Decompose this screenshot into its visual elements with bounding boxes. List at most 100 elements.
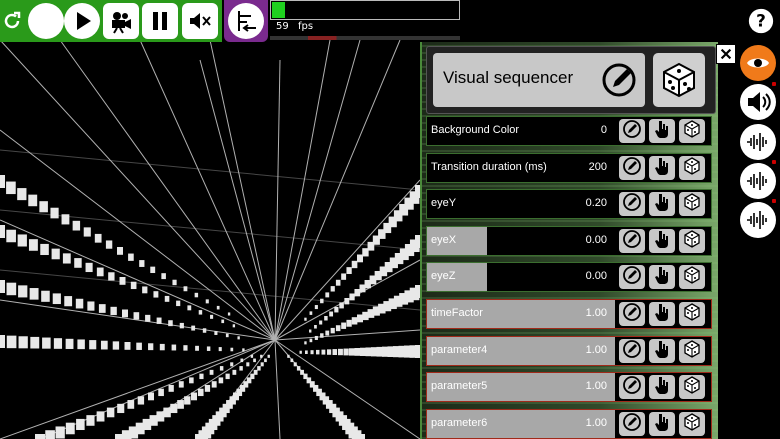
parameter-label: parameter5	[431, 380, 488, 393]
hand-icon	[652, 339, 672, 363]
audio-channel-2-button[interactable]	[740, 163, 776, 199]
parameter-value: 1.00	[585, 343, 607, 356]
sequencer-title: Visual sequencer	[443, 68, 574, 87]
mute-button[interactable]	[182, 3, 218, 39]
randomize-parameter-button[interactable]	[679, 155, 705, 180]
dice-icon	[682, 192, 702, 216]
camera-icon	[112, 12, 131, 34]
reload-button[interactable]	[0, 3, 30, 39]
edit-sequencer-button[interactable]	[593, 53, 645, 107]
randomize-sequencer-button[interactable]	[653, 53, 705, 107]
edit-parameter-button[interactable]	[619, 411, 645, 436]
fps-unit: fps	[298, 21, 314, 32]
hand-icon	[652, 119, 672, 143]
parameter-row[interactable]: parameter6 1.00	[426, 408, 712, 439]
parameter-row[interactable]: eyeY 0.20	[426, 189, 712, 220]
sequencer-title-box[interactable]: Visual sequencer	[433, 53, 645, 107]
parameter-label: timeFactor	[431, 307, 483, 319]
dice-icon	[682, 265, 702, 289]
audio-channel-3-button[interactable]	[740, 202, 776, 238]
parameter-value: 200	[588, 160, 607, 173]
parameter-value: 0	[600, 124, 607, 136]
edit-parameter-button[interactable]	[619, 265, 645, 290]
touch-parameter-button[interactable]	[649, 228, 675, 253]
edit-parameter-button[interactable]	[619, 338, 645, 363]
pencil-icon	[622, 375, 642, 399]
dice-icon	[663, 62, 695, 98]
panel-header: Visual sequencer	[426, 46, 716, 114]
waveform-icon	[747, 172, 767, 190]
parameter-row[interactable]: eyeZ 0.00	[426, 262, 712, 293]
touch-parameter-button[interactable]	[649, 302, 675, 326]
parameter-value: 1.00	[585, 416, 607, 429]
pencil-icon	[622, 229, 642, 253]
randomize-parameter-button[interactable]	[679, 265, 705, 290]
record-button[interactable]	[28, 3, 64, 39]
play-icon	[77, 12, 91, 30]
edit-parameter-button[interactable]	[619, 228, 645, 253]
dice-icon	[682, 412, 702, 436]
fps-graph	[270, 36, 460, 40]
touch-parameter-button[interactable]	[649, 155, 675, 180]
mute-icon	[190, 13, 211, 29]
randomize-parameter-button[interactable]	[679, 338, 705, 363]
edit-parameter-button[interactable]	[619, 375, 645, 400]
parameter-value: 0.00	[585, 233, 607, 246]
parameter-value: 0.00	[585, 270, 607, 283]
edit-parameter-button[interactable]	[619, 192, 645, 217]
dice-icon	[682, 156, 702, 180]
hand-icon	[652, 412, 672, 436]
parameter-row[interactable]: parameter4 1.00	[426, 335, 712, 366]
randomize-parameter-button[interactable]	[679, 375, 705, 400]
pencil-icon	[622, 302, 642, 326]
edit-parameter-button[interactable]	[619, 155, 645, 180]
randomize-parameter-button[interactable]	[679, 119, 705, 143]
parameter-value: 0.20	[585, 197, 607, 210]
waveform-icon	[747, 133, 767, 151]
touch-parameter-button[interactable]	[649, 119, 675, 143]
touch-parameter-button[interactable]	[649, 338, 675, 363]
hand-icon	[652, 156, 672, 180]
pencil-icon	[622, 265, 642, 289]
parameter-label: parameter6	[431, 416, 488, 429]
pencil-icon	[622, 119, 642, 143]
play-button[interactable]	[64, 3, 100, 39]
edit-parameter-button[interactable]	[619, 119, 645, 143]
touch-parameter-button[interactable]	[649, 375, 675, 400]
parameter-row[interactable]: timeFactor 1.00	[426, 299, 712, 329]
dice-icon	[682, 339, 702, 363]
timeline-button[interactable]	[224, 0, 268, 42]
audio-channel-1-button[interactable]	[740, 124, 776, 160]
reload-icon	[4, 11, 21, 29]
hand-icon	[652, 192, 672, 216]
randomize-parameter-button[interactable]	[679, 192, 705, 217]
fps-value: 59	[276, 21, 289, 32]
pause-icon	[153, 12, 167, 30]
camera-button[interactable]	[103, 3, 139, 39]
pencil-icon	[622, 339, 642, 363]
randomize-parameter-button[interactable]	[679, 411, 705, 436]
parameter-label: Transition duration (ms)	[431, 160, 547, 173]
touch-parameter-button[interactable]	[649, 192, 675, 217]
edit-parameter-button[interactable]	[619, 302, 645, 326]
audio-toggle-button[interactable]	[740, 84, 776, 120]
pencil-icon	[622, 156, 642, 180]
fps-level-bar	[272, 2, 285, 18]
visibility-toggle-button[interactable]	[740, 45, 776, 81]
parameter-row[interactable]: parameter5 1.00	[426, 372, 712, 403]
parameter-label: eyeZ	[431, 270, 456, 283]
randomize-parameter-button[interactable]	[679, 302, 705, 326]
close-panel-button[interactable]	[716, 44, 736, 64]
pause-button[interactable]	[142, 3, 178, 39]
randomize-parameter-button[interactable]	[679, 228, 705, 253]
hand-icon	[652, 375, 672, 399]
parameter-row[interactable]: eyeX 0.00	[426, 225, 712, 256]
hand-icon	[652, 229, 672, 253]
eye-icon	[747, 58, 769, 68]
parameter-row[interactable]: Background Color 0	[426, 116, 712, 146]
help-button[interactable]: ?	[746, 6, 776, 36]
parameter-row[interactable]: Transition duration (ms) 200	[426, 152, 712, 183]
touch-parameter-button[interactable]	[649, 265, 675, 290]
touch-parameter-button[interactable]	[649, 411, 675, 436]
close-icon	[720, 48, 732, 60]
